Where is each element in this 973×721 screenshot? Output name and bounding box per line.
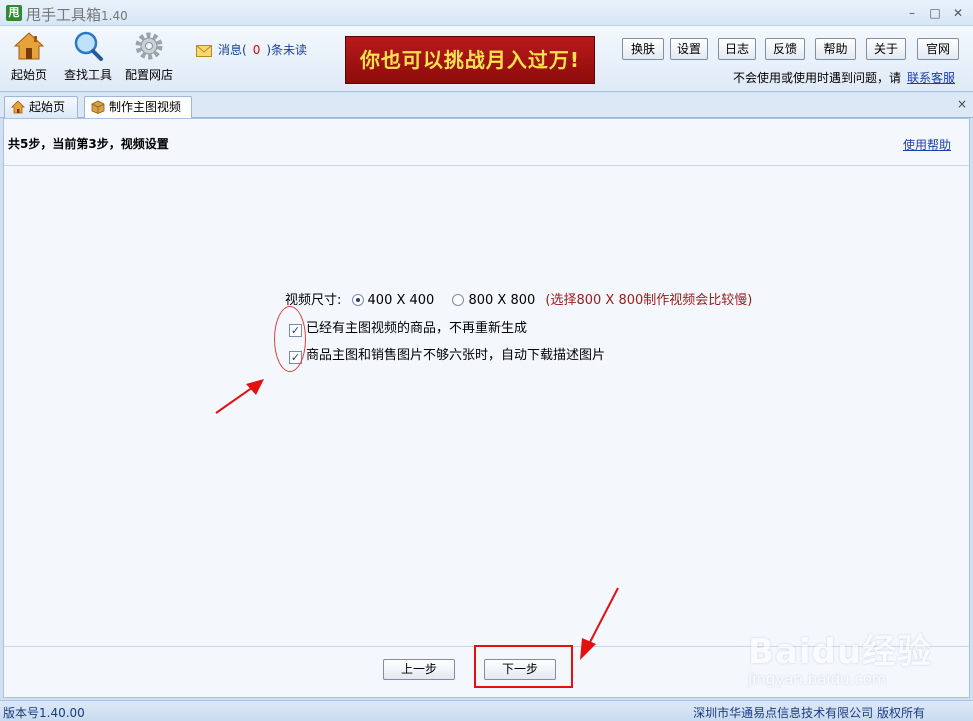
- help-hint-text: 不会使用或使用时遇到问题，请: [732, 71, 901, 85]
- tab-home[interactable]: 起始页: [4, 96, 78, 118]
- close-tab-icon[interactable]: ×: [957, 97, 967, 111]
- auto-download-label[interactable]: 商品主图和销售图片不够六张时，自动下载描述图片: [306, 348, 605, 363]
- annotation-arrow-icon: [580, 587, 619, 660]
- toolbar-config-shop-button[interactable]: 配置网店: [121, 30, 177, 83]
- home-icon: [13, 32, 45, 60]
- app-version: 1.40: [101, 9, 128, 23]
- toolbar: 起始页 查找工具 配置网店 消息( 0 )条未读 你也可以挑战月入过万! 换肤 设置…: [0, 26, 973, 92]
- message-icon: [196, 44, 212, 57]
- settings-button[interactable]: 设置: [670, 38, 708, 60]
- baidu-watermark: Baidu经验 jingyan.baidu.com: [748, 622, 938, 694]
- annotation-highlight-box: [474, 645, 573, 688]
- skip-existing-label[interactable]: 已经有主图视频的商品，不再重新生成: [306, 321, 527, 336]
- app-icon: 甩: [6, 5, 22, 21]
- toolbar-find-tool-label: 查找工具: [63, 68, 112, 82]
- tab-make-main-video[interactable]: 制作主图视频: [84, 96, 192, 119]
- unread-messages-link[interactable]: 消息( 0 )条未读: [196, 41, 307, 58]
- toolbar-home-button[interactable]: 起始页: [1, 30, 57, 83]
- video-size-row: 视频尺寸: 400 X 400 800 X 800 (选择800 X 800制作…: [285, 289, 752, 308]
- maximize-button[interactable]: □: [924, 4, 946, 22]
- toolbar-home-label: 起始页: [10, 68, 47, 82]
- log-button[interactable]: 日志: [718, 38, 756, 60]
- auto-download-row: ✓ 商品主图和销售图片不够六张时，自动下载描述图片: [289, 344, 605, 364]
- skip-existing-row: ✓ 已经有主图视频的商品，不再重新生成: [289, 317, 527, 337]
- box-icon: [91, 100, 105, 114]
- video-size-label: 视频尺寸:: [285, 293, 342, 308]
- wizard-panel: 共5步，当前第3步，视频设置 使用帮助 视频尺寸: 400 X 400 800 …: [3, 118, 970, 698]
- tab-home-label: 起始页: [29, 100, 66, 114]
- message-count: 0: [252, 43, 261, 57]
- size-400-radio[interactable]: [351, 294, 364, 306]
- tab-make-main-video-label: 制作主图视频: [109, 100, 182, 114]
- tab-bar: 起始页 制作主图视频 ×: [0, 93, 973, 119]
- app-title: 甩手工具箱1.40: [26, 4, 128, 25]
- step-header: 共5步，当前第3步，视频设置: [8, 137, 169, 151]
- app-title-text: 甩手工具箱: [26, 6, 102, 24]
- toolbar-find-tool-button[interactable]: 查找工具: [60, 30, 116, 83]
- status-bar: 版本号1.40.00 深圳市华通易点信息技术有限公司 版权所有: [0, 700, 973, 721]
- help-button[interactable]: 帮助: [815, 38, 856, 60]
- skin-button[interactable]: 换肤: [622, 38, 664, 60]
- help-hint: 不会使用或使用时遇到问题，请 联系客服: [733, 69, 955, 86]
- version-number: 版本号1.40.00: [3, 706, 85, 720]
- annotation-circle: [274, 306, 306, 372]
- watermark-logo: Baidu经验: [748, 632, 933, 672]
- home-icon: [11, 100, 25, 114]
- about-button[interactable]: 关于: [866, 38, 906, 60]
- size-800-radio[interactable]: [452, 294, 465, 306]
- title-bar: 甩 甩手工具箱1.40 – □ ✕: [0, 0, 973, 26]
- prev-step-button[interactable]: 上一步: [383, 659, 455, 680]
- watermark-url: jingyan.baidu.com: [748, 670, 887, 688]
- feedback-button[interactable]: 反馈: [765, 38, 805, 60]
- size-400-label[interactable]: 400 X 400: [368, 293, 435, 308]
- contact-support-link[interactable]: 联系客服: [907, 71, 955, 85]
- usage-help-link[interactable]: 使用帮助: [903, 136, 951, 153]
- message-suffix: )条未读: [266, 43, 308, 57]
- search-icon: [74, 31, 103, 61]
- gear-icon: [135, 32, 163, 60]
- size-note: (选择800 X 800制作视频会比较慢): [545, 293, 753, 308]
- minimize-button[interactable]: –: [901, 4, 923, 22]
- header-divider: [4, 165, 969, 166]
- size-800-label[interactable]: 800 X 800: [468, 293, 535, 308]
- copyright-text: 深圳市华通易点信息技术有限公司 版权所有: [693, 706, 925, 720]
- annotation-arrow-icon: [215, 379, 264, 414]
- official-site-button[interactable]: 官网: [917, 38, 959, 60]
- toolbar-config-shop-label: 配置网店: [124, 68, 173, 82]
- message-prefix: 消息(: [218, 43, 247, 57]
- close-window-button[interactable]: ✕: [947, 4, 969, 22]
- promo-banner[interactable]: 你也可以挑战月入过万!: [345, 36, 595, 84]
